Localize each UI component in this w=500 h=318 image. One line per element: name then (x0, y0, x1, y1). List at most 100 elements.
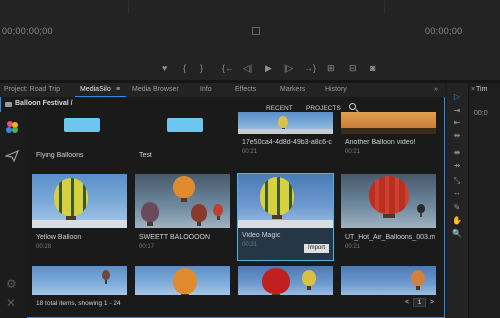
card-duration: 00:21 (242, 149, 258, 155)
mediasilo-logo-icon[interactable] (5, 120, 19, 134)
card-title: Another Balloon video! (345, 139, 416, 146)
track-select-back-tool-icon[interactable]: ⇤ (451, 118, 463, 128)
balloon-graphic (173, 176, 195, 202)
rolling-edit-tool-icon[interactable]: ⇼ (451, 148, 463, 158)
balloon-graphic (191, 204, 207, 226)
clip-card[interactable]: Another Balloon video! 00:21 (341, 112, 436, 167)
tab-mediasilo[interactable]: MediaSilo (76, 83, 115, 97)
play-icon[interactable]: ▶ (265, 63, 272, 73)
folder-icon (5, 102, 12, 107)
timeline-panel (470, 83, 500, 318)
timecode-left: 00;00;00;00 (2, 26, 53, 36)
card-title: 17e50ca4-4d8d-49b3-a8c6-c0e (242, 139, 332, 146)
item-count: 18 total items, showing 1 - 24 (36, 300, 121, 307)
tab-history[interactable]: History (321, 83, 351, 97)
folder-card[interactable]: Flying Balloons (32, 112, 127, 167)
card-title: Video Magic (242, 232, 281, 239)
page-number-field[interactable]: 1 (413, 298, 426, 307)
balloon-graphic (141, 202, 159, 226)
safe-margins-icon[interactable] (252, 27, 260, 35)
mark-out-icon[interactable]: } (200, 63, 203, 73)
balloon-graphic (302, 270, 316, 290)
clip-card[interactable]: UT_Hot_Air_Balloons_003.mp4 00:21 (341, 174, 436, 266)
tab-menu-icon[interactable]: ≡ (112, 83, 124, 97)
rate-stretch-tool-icon[interactable]: ⇸ (451, 161, 463, 171)
slip-tool-icon[interactable]: ↔ (451, 188, 463, 198)
clip-card[interactable] (135, 266, 230, 295)
next-page-button[interactable]: > (430, 299, 434, 306)
card-duration: 00:28 (36, 244, 52, 250)
clip-thumbnail (238, 112, 333, 134)
balloon-graphic (260, 177, 294, 219)
recent-button[interactable]: RECENT (266, 105, 293, 112)
balloon-graphic (54, 178, 88, 220)
tab-project[interactable]: Project: Road Trip (0, 83, 64, 97)
card-title: Yellow Balloon (36, 234, 82, 241)
clip-thumbnail (238, 266, 333, 295)
hand-tool-icon[interactable]: ✋ (451, 216, 463, 226)
card-duration: 00:21 (345, 244, 361, 250)
clip-thumbnail (32, 266, 127, 295)
pen-tool-icon[interactable]: ✎ (451, 203, 463, 213)
clip-thumbnail (238, 174, 333, 228)
ripple-edit-tool-icon[interactable]: ⇹ (451, 131, 463, 141)
clip-card[interactable]: 17e50ca4-4d8d-49b3-a8c6-c0e 00:21 (238, 112, 333, 167)
folder-icon (167, 118, 203, 132)
mark-in-icon[interactable]: { (183, 63, 186, 73)
prev-page-button[interactable]: < (405, 299, 409, 306)
clip-card-selected[interactable]: Video Magic 00:21 Import (237, 173, 334, 261)
tab-media-browser[interactable]: Media Browser (128, 83, 183, 97)
clip-thumbnail (135, 266, 230, 295)
razor-tool-icon[interactable]: ⤡ (451, 176, 463, 186)
search-icon[interactable] (349, 103, 356, 110)
timeline-timecode: 00;0 (474, 110, 488, 117)
balloon-graphic (102, 270, 110, 284)
tab-info[interactable]: Info (196, 83, 216, 97)
card-title: Test (139, 152, 152, 159)
balloon-graphic (278, 116, 288, 132)
clip-thumbnail (341, 112, 436, 134)
import-button[interactable]: Import (304, 244, 329, 253)
card-duration: 00:17 (139, 244, 155, 250)
clip-card[interactable] (32, 266, 127, 295)
tab-timeline[interactable]: Tim (476, 86, 487, 93)
panel-tab-bar: Project: Road Trip MediaSilo ≡ Media Bro… (0, 83, 445, 97)
timecode-right: 00;00;00 (425, 26, 463, 36)
clip-thumbnail (32, 174, 127, 228)
tab-markers[interactable]: Markers (276, 83, 309, 97)
balloon-graphic (417, 204, 425, 217)
insert-icon[interactable]: ⊞ (327, 63, 335, 73)
balloon-graphic (213, 204, 223, 220)
selection-tool-icon[interactable]: ▷ (451, 92, 463, 102)
projects-button[interactable]: PROJECTS (306, 105, 341, 112)
media-grid: Flying Balloons Test 17e50ca4-4d8d-49b3-… (28, 112, 443, 295)
export-frame-icon[interactable]: ◙ (370, 63, 375, 73)
zoom-tool-icon[interactable]: 🔍 (451, 229, 463, 239)
go-to-in-icon[interactable]: {← (222, 63, 234, 73)
card-duration: 00:21 (242, 242, 258, 248)
close-icon[interactable]: × (471, 86, 475, 93)
send-icon[interactable] (5, 150, 19, 162)
marker-icon[interactable]: ♥ (162, 63, 167, 73)
balloon-graphic (411, 270, 425, 290)
overwrite-icon[interactable]: ⊟ (349, 63, 357, 73)
folder-card[interactable]: Test (135, 112, 230, 167)
track-select-tool-icon[interactable]: ⇥ (451, 106, 463, 116)
clip-card[interactable]: SWEETT BALOOOON 00:17 (135, 174, 230, 266)
card-duration: 00:21 (345, 149, 361, 155)
gear-icon[interactable]: ⚙ (6, 277, 17, 291)
step-back-icon[interactable]: ◁| (243, 63, 252, 73)
step-forward-icon[interactable]: |▷ (284, 63, 293, 73)
clip-card[interactable] (341, 266, 436, 295)
tools-icon[interactable]: ✕ (6, 296, 16, 310)
go-to-out-icon[interactable]: →} (304, 63, 316, 73)
card-title: UT_Hot_Air_Balloons_003.mp4 (345, 234, 435, 241)
tab-overflow-icon[interactable]: » (430, 83, 442, 97)
balloon-graphic (173, 268, 197, 295)
clip-card[interactable] (238, 266, 333, 295)
clip-card[interactable]: Yellow Balloon 00:28 (32, 174, 127, 266)
balloon-graphic (262, 268, 290, 295)
folder-icon (64, 118, 100, 132)
tab-effects[interactable]: Effects (231, 83, 260, 97)
breadcrumb[interactable]: Balloon Festival / (15, 100, 73, 107)
